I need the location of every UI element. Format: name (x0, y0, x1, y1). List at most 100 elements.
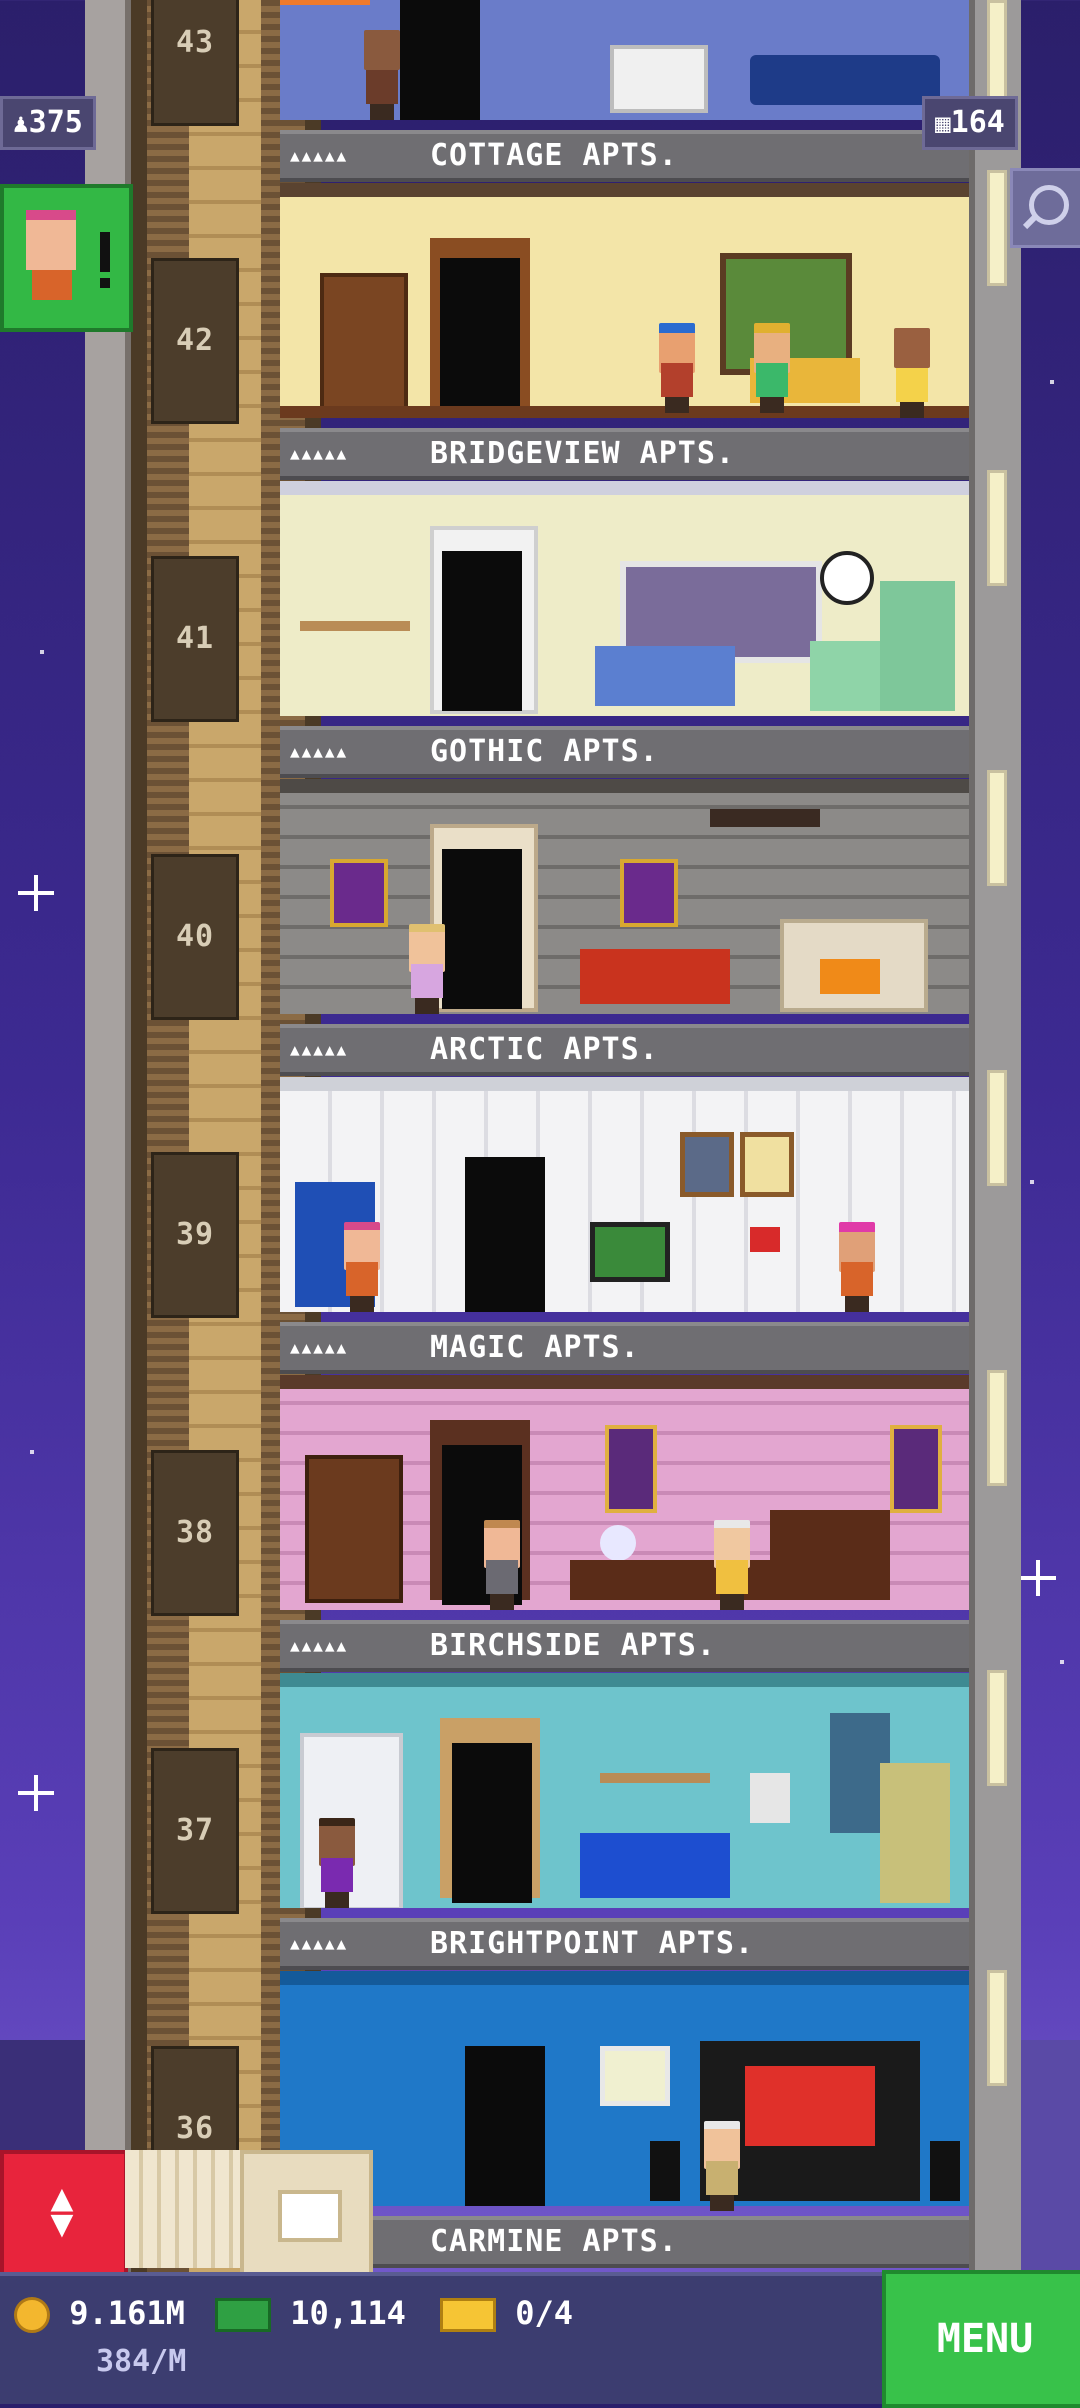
sofa (580, 1833, 730, 1898)
floor-41[interactable]: ▲▲▲▲▲ GOTHIC APTS. (280, 481, 969, 781)
resident[interactable] (340, 1222, 384, 1312)
floor-38[interactable]: ▲▲▲▲▲ BIRCHSIDE APTS. (280, 1375, 969, 1675)
resident-slots: ▲▲▲▲▲ (290, 146, 349, 165)
up-down-arrows-icon: ▲ ▼ (50, 2175, 74, 2245)
resident-slots: ▲▲▲▲▲ (290, 1636, 349, 1655)
floor-37[interactable]: ▲▲▲▲▲ BRIGHTPOINT APTS. (280, 1673, 969, 1973)
exclamation-icon (100, 232, 110, 272)
floor-39[interactable]: ▲▲▲▲▲ MAGIC APTS. (280, 1077, 969, 1377)
resident[interactable] (890, 328, 934, 418)
sofa (580, 949, 730, 1004)
elevator-floor-number: 41 (151, 556, 239, 722)
coins-display[interactable]: 9.161M (14, 2294, 185, 2333)
city-silhouette (1015, 2040, 1080, 2280)
floor-label-bar: ▲▲▲▲▲ COTTAGE APTS. (280, 130, 969, 182)
door (442, 551, 522, 711)
floor-name: ARCTIC APTS. (430, 1032, 659, 1067)
person-icon: ♟ (13, 109, 29, 139)
resident[interactable] (750, 323, 794, 413)
notification-button[interactable] (0, 184, 133, 332)
sparkle-icon (18, 1775, 54, 1811)
star (1050, 380, 1054, 384)
resident[interactable] (710, 1520, 754, 1610)
elevator-floor-number: 43 (151, 0, 239, 126)
tower-left-wall (85, 0, 131, 2280)
shelf (600, 1773, 710, 1783)
floor-label-bar: ▲▲▲▲▲ MAGIC APTS. (280, 1322, 969, 1374)
door (465, 1157, 545, 1312)
floor-strip (280, 406, 969, 418)
elevator-floor-number: 39 (151, 1152, 239, 1318)
bux-display[interactable]: 10,114 (215, 2294, 406, 2332)
bookshelf (320, 273, 408, 418)
resident[interactable] (655, 323, 699, 413)
floor-name: BIRCHSIDE APTS. (430, 1628, 716, 1663)
elevator-tabs[interactable] (125, 2150, 240, 2268)
speaker (650, 2141, 680, 2201)
resident[interactable] (405, 924, 449, 1014)
resident-slots: ▲▲▲▲▲ (290, 1338, 349, 1357)
picture-frame (600, 2046, 670, 2106)
floor-label-bar: ▲▲▲▲▲ GOTHIC APTS. (280, 726, 969, 778)
search-button[interactable] (1010, 168, 1080, 248)
door (442, 849, 522, 1009)
floor-42[interactable]: ▲▲▲▲▲ BRIDGEVIEW APTS. (280, 183, 969, 483)
avatar-body (32, 270, 72, 300)
floor-label-bar: ▲▲▲▲▲ BRIDGEVIEW APTS. (280, 428, 969, 480)
sparkle-icon (18, 875, 54, 911)
resident[interactable] (315, 1818, 359, 1908)
floor-label-bar: ▲▲▲▲▲ CARMINE APTS. (280, 2216, 969, 2268)
elevator-floor-number: 38 (151, 1450, 239, 1616)
floor-name: CARMINE APTS. (430, 2224, 678, 2259)
star (30, 1450, 34, 1454)
banner (605, 1425, 657, 1513)
tickets-value: 0/4 (515, 2294, 574, 2332)
shield-icon (330, 859, 388, 927)
tickets-display[interactable]: 0/4 (440, 2294, 573, 2332)
resident-slots: ▲▲▲▲▲ (290, 1040, 349, 1059)
tower: 43 42 41 40 39 38 37 36 ▲▲▲▲▲ COTTAGE AP… (85, 0, 1021, 2280)
tv-screen (745, 2066, 875, 2146)
resident[interactable] (360, 30, 404, 120)
floor-name: MAGIC APTS. (430, 1330, 640, 1365)
elevator-floor-number: 42 (151, 258, 239, 424)
resident[interactable] (480, 1520, 524, 1610)
door (465, 2046, 545, 2206)
lamp (750, 1227, 780, 1252)
resident[interactable] (835, 1222, 879, 1312)
population-counter[interactable]: ♟375 (0, 96, 96, 150)
door (452, 1743, 532, 1903)
floor-36[interactable]: ▲▲▲▲▲ CARMINE APTS. (280, 1971, 969, 2271)
resident-avatar (26, 210, 76, 270)
building-icon: ▦ (935, 109, 951, 139)
orange-picture (280, 0, 370, 5)
population-value: 375 (28, 105, 83, 140)
floor-lamp (750, 1773, 790, 1823)
floor-name: GOTHIC APTS. (430, 734, 659, 769)
crystal-ball (600, 1525, 636, 1561)
resident[interactable] (700, 2121, 744, 2211)
fireplace (610, 45, 708, 113)
speaker (930, 2141, 960, 2201)
coins-rate: 384/M (96, 2344, 187, 2379)
elevator-button[interactable]: ▲ ▼ (0, 2150, 128, 2276)
floor-label-bar: ▲▲▲▲▲ BRIGHTPOINT APTS. (280, 1918, 969, 1970)
banner (890, 1425, 942, 1513)
floors-counter[interactable]: ▦164 (922, 96, 1018, 150)
elevator-floor-number: 40 (151, 854, 239, 1020)
picture-frame (680, 1132, 734, 1197)
clock-icon (820, 551, 874, 605)
stove (810, 641, 880, 711)
sofa (750, 55, 940, 105)
coin-icon (14, 2297, 50, 2333)
floor-43[interactable]: ▲▲▲▲▲ COTTAGE APTS. (280, 0, 969, 185)
dining-table (300, 621, 410, 631)
floor-name: COTTAGE APTS. (430, 138, 678, 173)
menu-button[interactable]: MENU (882, 2270, 1080, 2408)
floor-40[interactable]: ▲▲▲▲▲ ARCTIC APTS. (280, 779, 969, 1079)
chandelier (710, 809, 820, 827)
ticket-icon (440, 2298, 496, 2332)
plant (880, 1763, 950, 1903)
tv (590, 1222, 670, 1282)
inventory-button[interactable] (240, 2150, 373, 2276)
